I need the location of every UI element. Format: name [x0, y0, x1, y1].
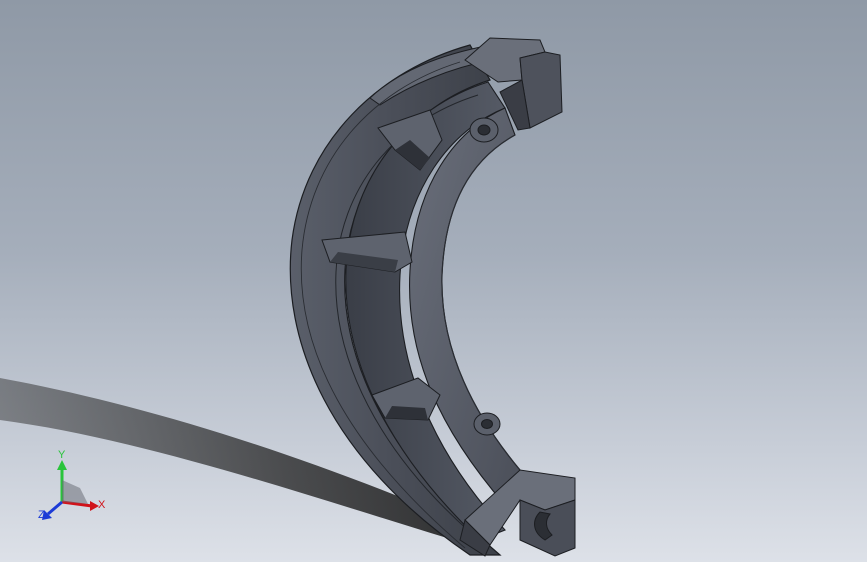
y-axis-label: Y: [58, 449, 66, 461]
y-axis-arrow: [57, 460, 67, 470]
model-canvas[interactable]: Y X Z: [0, 0, 867, 562]
reference-triad: Y X Z: [38, 449, 106, 521]
z-axis-label: Z: [38, 509, 45, 521]
graphics-viewport[interactable]: Y X Z: [0, 0, 867, 562]
bottom-end-block: [459, 469, 576, 557]
x-axis-label: X: [98, 499, 106, 511]
bottom-bolt-boss: [473, 412, 501, 436]
top-bolt-boss: [469, 117, 499, 143]
triad-plane: [62, 480, 88, 504]
z-axis-line: [47, 500, 63, 516]
